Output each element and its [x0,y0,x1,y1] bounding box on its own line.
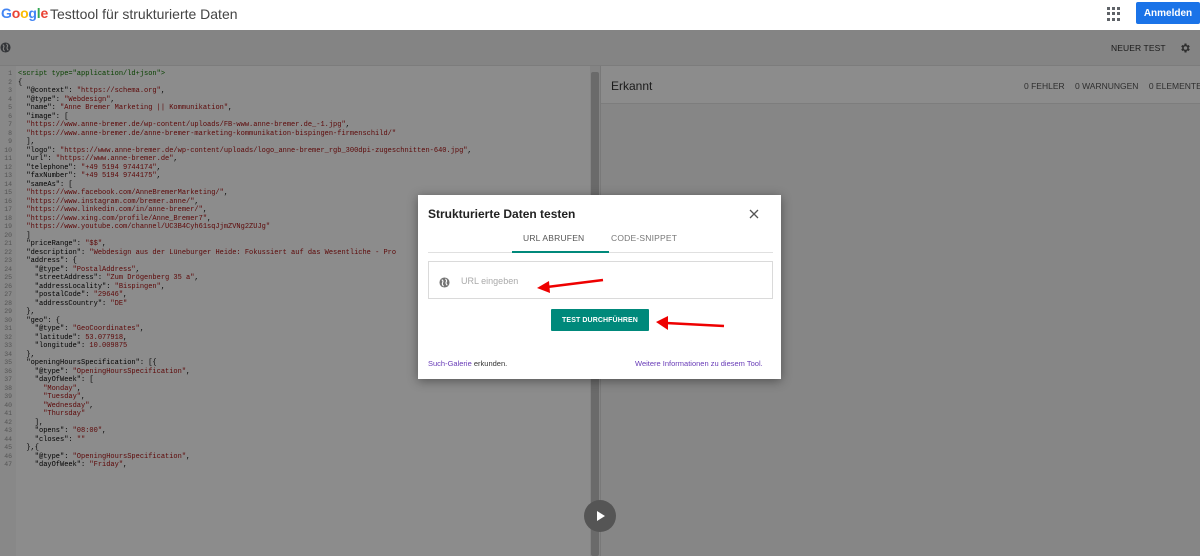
logo-letter: g [28,5,37,21]
logo-letter: o [11,5,21,21]
logo-letter: e [40,5,49,21]
tab-url-fetch[interactable]: URL ABRUFEN [523,233,584,243]
run-test-button[interactable]: TEST DURCHFÜHREN [551,309,649,331]
signin-button[interactable]: Anmelden [1136,2,1200,24]
dialog-tabs: URL ABRUFEN CODE-SNIPPET [428,231,773,253]
annotation-arrow-button [656,316,725,330]
top-bar: Google Testtool für strukturierte Daten … [0,0,1200,30]
search-gallery-link[interactable]: Such-Galerie [428,359,472,368]
footer-left: Such-Galerie erkunden. [428,359,507,368]
globe-icon [439,275,450,293]
apps-grid-icon[interactable] [1107,7,1121,21]
close-icon[interactable] [748,207,760,219]
google-logo[interactable]: Google [1,5,48,21]
active-tab-indicator [512,251,609,253]
annotation-arrow-url [537,278,604,293]
run-play-button[interactable] [584,500,616,532]
footer-left-text: erkunden. [471,359,508,368]
logo-letter: G [1,5,12,21]
app-title: Testtool für strukturierte Daten [50,6,238,22]
url-input[interactable] [461,271,761,291]
more-info-link[interactable]: Weitere Informationen zu diesem Tool. [635,359,763,368]
tab-code-snippet[interactable]: CODE-SNIPPET [611,233,677,243]
dialog-title: Strukturierte Daten testen [428,207,576,221]
